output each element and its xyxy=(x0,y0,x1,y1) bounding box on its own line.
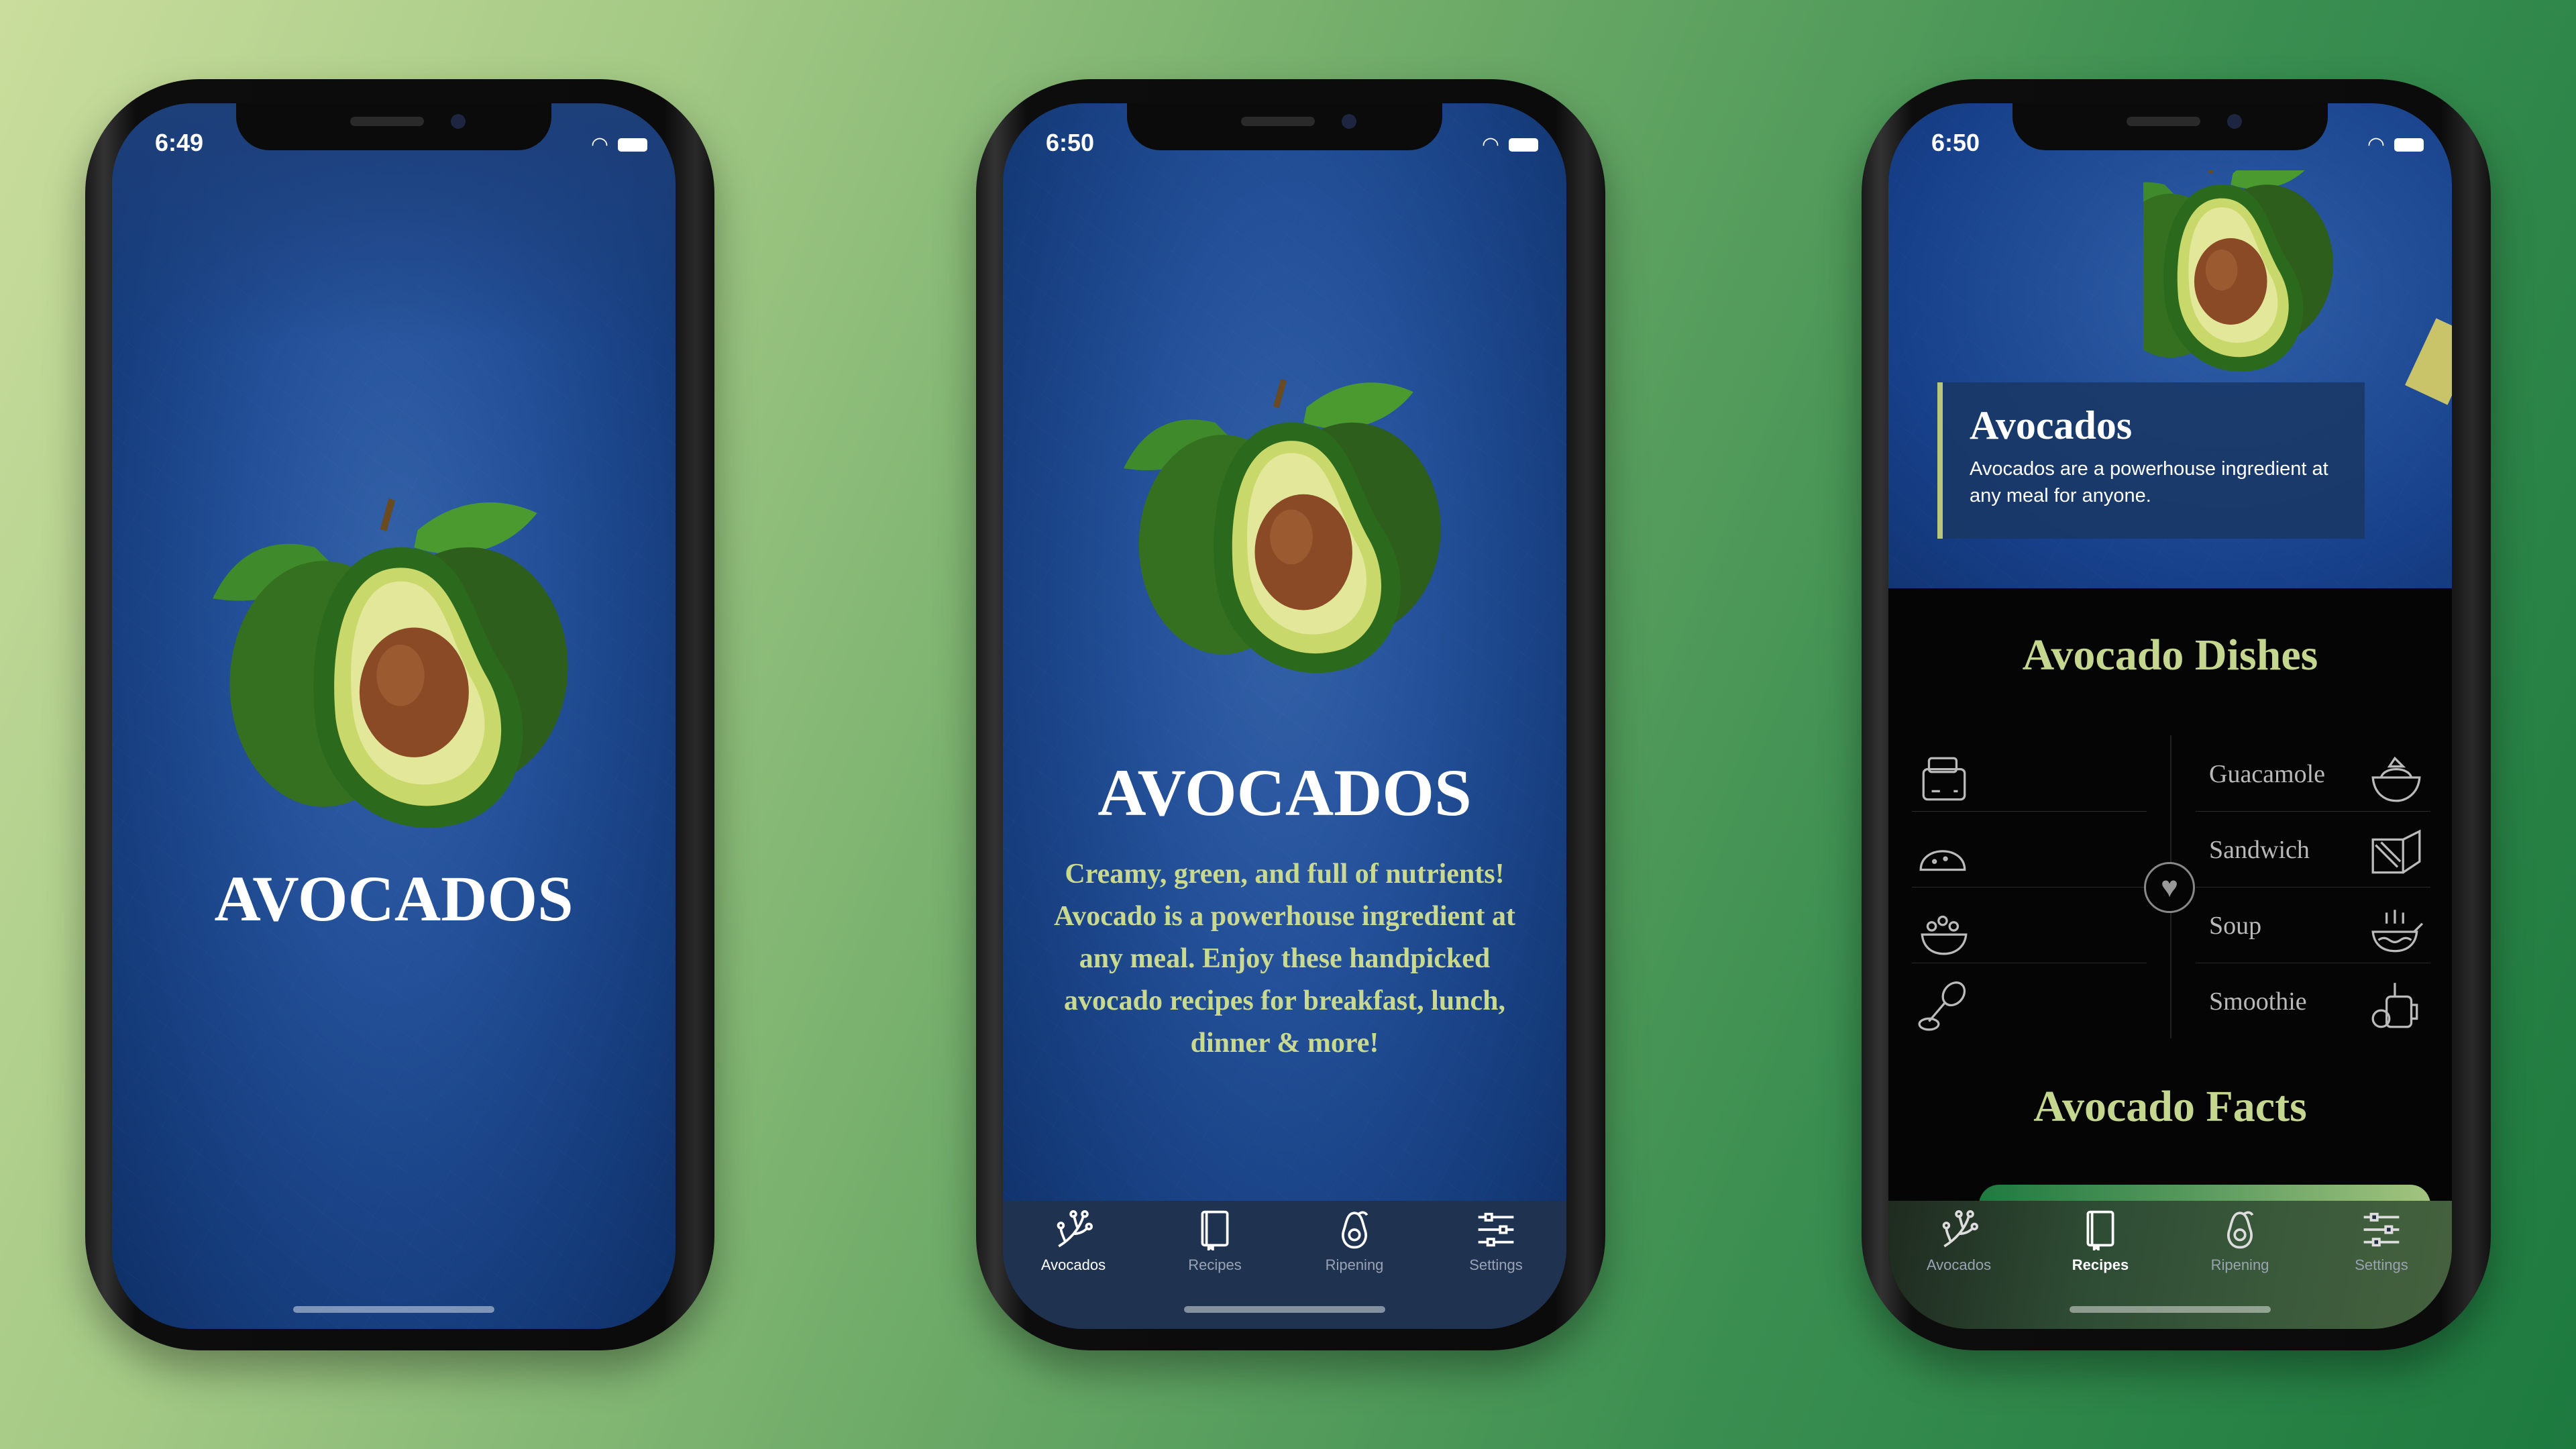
splash-screen: 6:49 ◠ AVOCADOS xyxy=(112,103,676,1329)
app-title: AVOCADOS xyxy=(214,863,574,934)
avocado-icon xyxy=(2219,1209,2261,1250)
sandwich-icon xyxy=(2371,829,2421,874)
tab-ripening[interactable]: Ripening xyxy=(2180,1209,2300,1274)
status-icons: ◠ xyxy=(591,133,647,156)
dish-label: Guacamole xyxy=(2209,760,2326,788)
home-indicator[interactable] xyxy=(293,1306,494,1313)
status-time: 6:50 xyxy=(1046,129,1095,156)
phone-splash: 6:49 ◠ AVOCADOS xyxy=(85,79,714,1350)
battery-icon xyxy=(618,138,647,152)
branch-icon xyxy=(1938,1209,1980,1250)
phone-intro: 6:50 ◠ AVOCADOS Creamy, green, and full … xyxy=(976,79,1605,1350)
dish-item-guacamole[interactable]: Guacamole xyxy=(1888,735,2452,811)
soup-icon xyxy=(2371,910,2424,953)
notch xyxy=(236,103,551,150)
status-time: 6:50 xyxy=(1931,129,1980,156)
intro-title: AVOCADOS xyxy=(1097,755,1472,830)
wifi-icon: ◠ xyxy=(1481,133,1499,156)
header-title: Avocados xyxy=(1970,403,2133,447)
tab-settings[interactable]: Settings xyxy=(1436,1209,1556,1274)
tab-avocados[interactable]: Avocados xyxy=(1013,1209,1134,1274)
wifi-icon: ◠ xyxy=(590,133,608,156)
status-icons: ◠ xyxy=(2367,133,2424,156)
sliders-icon xyxy=(1475,1209,1517,1250)
notch xyxy=(1127,103,1442,150)
guacamole-bowl-icon xyxy=(2371,756,2421,802)
header-caption: Avocados Avocados are a powerhouse ingre… xyxy=(1937,382,2365,539)
branch-icon xyxy=(1053,1209,1094,1250)
home-indicator[interactable] xyxy=(1184,1306,1385,1313)
dish-label: Sandwich xyxy=(2209,836,2310,864)
status-time: 6:49 xyxy=(155,129,204,156)
heart-icon: ♥ xyxy=(2160,871,2179,904)
sliders-icon xyxy=(2361,1209,2402,1250)
tab-recipes[interactable]: Recipes xyxy=(2040,1209,2161,1274)
dish-label: Smoothie xyxy=(2209,987,2307,1016)
facts-title: Avocado Facts xyxy=(2033,1082,2307,1131)
tab-avocados[interactable]: Avocados xyxy=(1898,1209,2019,1274)
dishes-grid: ToastsTacosSaladsSpreadsGuacamoleSandwic… xyxy=(1888,735,2452,1038)
intro-screen: 6:50 ◠ AVOCADOS Creamy, green, and full … xyxy=(1003,103,1566,1329)
book-icon xyxy=(2080,1209,2121,1250)
dish-item-smoothie[interactable]: Smoothie xyxy=(1888,963,2452,1038)
recipes-screen: Avocados Avocados are a powerhouse ingre… xyxy=(1888,103,2452,1329)
tab-settings[interactable]: Settings xyxy=(2321,1209,2442,1274)
battery-icon xyxy=(2394,138,2424,152)
phone-recipes: Avocados Avocados are a powerhouse ingre… xyxy=(1862,79,2491,1350)
smoothie-icon xyxy=(2371,983,2418,1028)
tab-ripening[interactable]: Ripening xyxy=(1294,1209,1415,1274)
avocado-image xyxy=(1124,362,1459,697)
tab-recipes[interactable]: Recipes xyxy=(1155,1209,1275,1274)
notch xyxy=(2012,103,2328,150)
book-icon xyxy=(1194,1209,1236,1250)
intro-description: Creamy, green, and full of nutrients! Av… xyxy=(1054,859,1515,1059)
battery-icon xyxy=(1509,138,1538,152)
dish-label: Soup xyxy=(2209,912,2262,940)
wifi-icon: ◠ xyxy=(2367,133,2385,156)
dishes-title: Avocado Dishes xyxy=(2022,631,2318,680)
header-banner: Avocados Avocados are a powerhouse ingre… xyxy=(1888,103,2452,588)
header-subtitle: Avocados are a powerhouse ingredient at … xyxy=(1970,458,2328,506)
status-icons: ◠ xyxy=(1482,133,1538,156)
avocado-image xyxy=(213,479,588,855)
avocado-icon xyxy=(1334,1209,1375,1250)
home-indicator[interactable] xyxy=(2070,1306,2271,1313)
favorite-heart-button[interactable]: ♥ xyxy=(2144,862,2195,913)
